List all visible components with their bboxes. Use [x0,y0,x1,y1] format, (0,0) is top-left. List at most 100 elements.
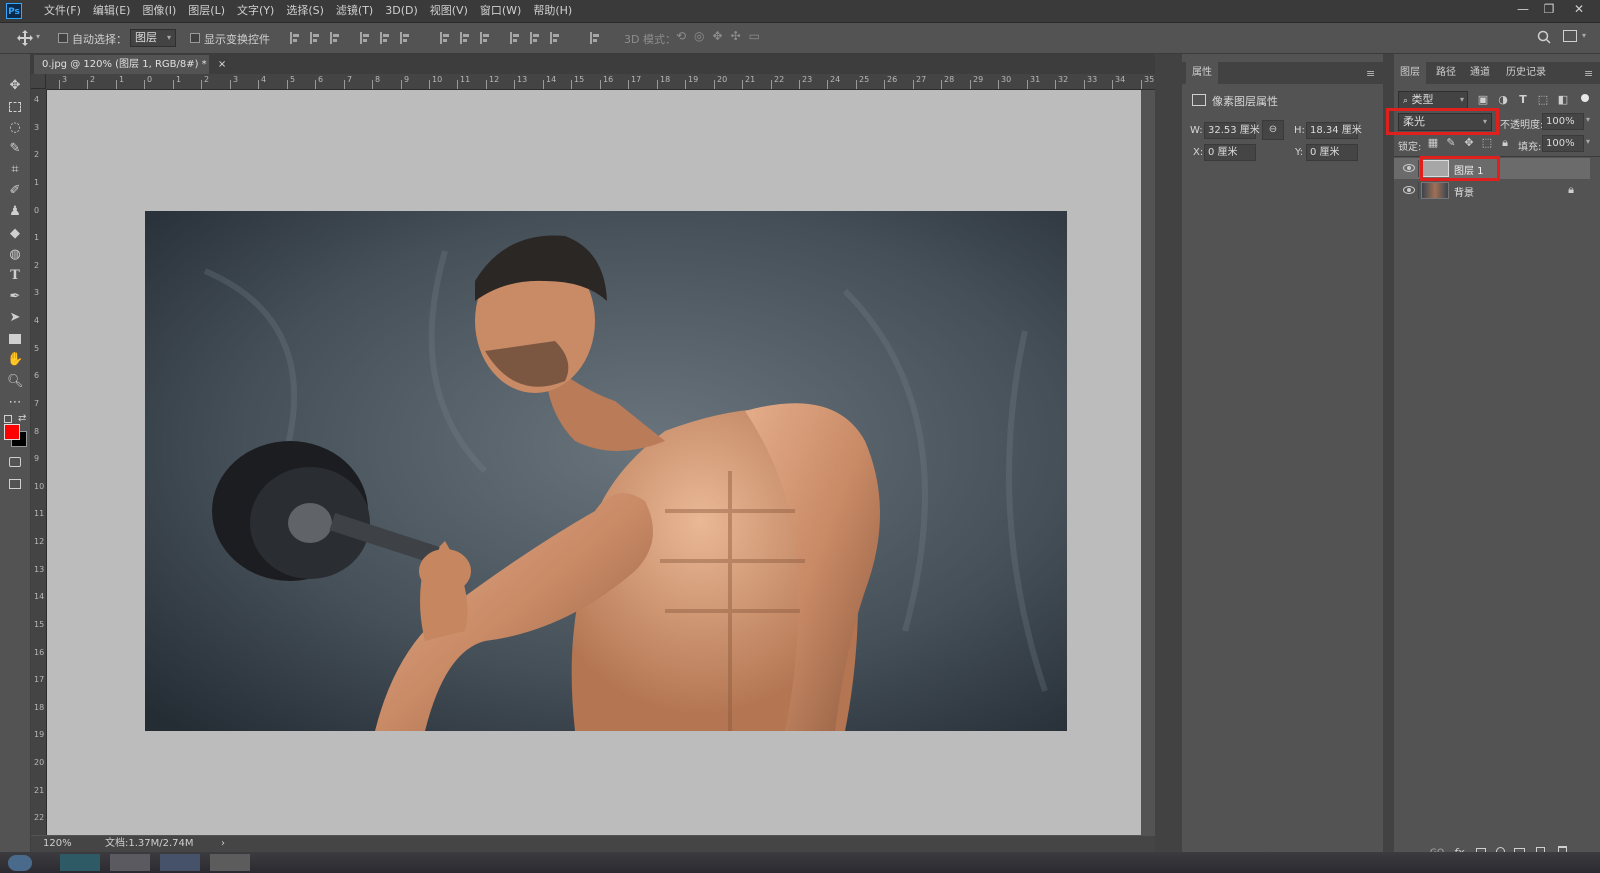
height-field[interactable]: 18.34 厘米 [1306,122,1362,139]
layer-filter-dropdown[interactable]: ⌕ 类型 ▾ [1398,91,1468,109]
filter-adjustment-icon[interactable]: ◑ [1496,93,1510,107]
show-transform-checkbox[interactable] [190,33,200,43]
distribute-vcenter-icon[interactable] [460,32,470,44]
tab-properties[interactable]: 属性 [1186,62,1218,84]
menu-filter[interactable]: 滤镜(T) [330,0,379,22]
distribute-top-icon[interactable] [440,32,450,44]
quick-mask-icon[interactable] [7,454,23,470]
width-field[interactable]: 32.53 厘米 [1204,122,1260,139]
menu-edit[interactable]: 编辑(E) [87,0,137,22]
chevron-down-icon[interactable]: ▾ [1586,137,1590,146]
taskbar-app-icon[interactable] [110,854,150,871]
filter-shape-icon[interactable]: ⬚ [1536,93,1550,107]
status-arrow-icon[interactable]: › [221,836,225,852]
tool-preset-chevron-icon[interactable]: ▾ [36,32,40,41]
distribute-right-icon[interactable] [550,32,560,44]
search-icon[interactable] [1536,29,1552,48]
burn-tool-icon[interactable]: ◍ [7,247,23,263]
auto-select-checkbox[interactable] [58,33,68,43]
workspace-chevron-icon[interactable]: ▾ [1582,31,1586,40]
tab-layers[interactable]: 图层 [1394,62,1426,84]
3d-mode-icons[interactable]: ⟲◎✥✣▭ [676,29,768,43]
tab-history[interactable]: 历史记录 [1500,62,1552,84]
visibility-eye-icon[interactable] [1403,186,1415,194]
close-button[interactable]: ✕ [1566,0,1592,20]
tab-channels[interactable]: 通道 [1464,62,1496,84]
minimize-button[interactable]: — [1510,0,1536,20]
filter-pixel-icon[interactable]: ▣ [1476,93,1490,107]
align-left-icon[interactable] [360,32,370,44]
lock-image-icon[interactable]: ✎ [1444,136,1458,150]
layer-name[interactable]: 背景 [1454,184,1474,199]
pen-tool-icon[interactable]: ✒ [7,289,23,305]
crop-tool-icon[interactable]: ⌗ [7,162,23,178]
link-icon[interactable]: ⊖ [1262,120,1284,140]
distribute-bottom-icon[interactable] [480,32,490,44]
taskbar-app-icon[interactable] [210,854,250,871]
menu-select[interactable]: 选择(S) [280,0,330,22]
menu-3d[interactable]: 3D(D) [379,0,424,22]
chevron-down-icon[interactable]: ▾ [1586,115,1590,124]
align-right-icon[interactable] [400,32,410,44]
align-hcenter-icon[interactable] [380,32,390,44]
lock-position-icon[interactable]: ✥ [1462,136,1476,150]
lock-artboard-icon[interactable]: ⬚ [1480,136,1494,150]
default-colors-icon[interactable] [4,415,12,423]
tab-paths[interactable]: 路径 [1430,62,1462,84]
path-select-tool-icon[interactable]: ➤ [7,310,23,326]
workspace-icon[interactable] [1563,30,1577,42]
eraser-tool-icon[interactable]: ◆ [7,226,23,242]
document-tab[interactable]: 0.jpg @ 120% (图层 1, RGB/8#) * × [34,55,226,74]
opacity-field[interactable]: 100% [1542,113,1584,130]
taskbar-app-icon[interactable] [60,854,100,871]
lock-transparent-icon[interactable]: ▦ [1426,136,1440,150]
lasso-tool-icon[interactable]: ◌ [7,120,23,136]
zoom-level[interactable]: 120% [43,836,72,852]
move-tool-icon[interactable]: ✥ [7,78,23,94]
restore-button[interactable]: ❐ [1536,0,1562,20]
panel-menu-icon[interactable]: ≡ [1584,67,1593,80]
layer-row-background[interactable]: 背景 🔒︎ [1394,180,1590,201]
align-bottom-icon[interactable] [330,32,340,44]
ruler-origin[interactable] [31,74,46,89]
zoom-tool-icon[interactable]: 🔍︎ [7,374,24,390]
menu-help[interactable]: 帮助(H) [527,0,578,22]
screen-mode-icon[interactable] [7,476,23,492]
rectangle-tool-icon[interactable] [7,331,23,347]
foreground-color-swatch[interactable] [4,424,20,440]
stamp-tool-icon[interactable]: ♟ [7,204,23,220]
move-tool-icon[interactable] [16,29,34,47]
panel-menu-icon[interactable]: ≡ [1366,67,1375,80]
filter-type-icon[interactable]: T [1516,93,1530,107]
menu-view[interactable]: 视图(V) [424,0,474,22]
start-button-icon[interactable] [8,855,32,871]
lock-all-icon[interactable]: 🔒︎ [1498,136,1512,150]
auto-select-dropdown[interactable]: 图层 ▾ [130,29,176,47]
menu-type[interactable]: 文字(Y) [231,0,280,22]
quick-select-tool-icon[interactable]: ✎ [7,141,23,157]
auto-align-icon[interactable] [590,32,600,44]
brush-tool-icon[interactable]: ✐ [7,183,23,199]
more-tools-icon[interactable]: ⋯ [7,395,23,411]
marquee-tool-icon[interactable] [7,99,23,115]
hand-tool-icon[interactable]: ✋ [7,352,23,368]
fill-field[interactable]: 100% [1542,135,1584,152]
type-tool-icon[interactable]: T [7,268,23,284]
x-field[interactable]: 0 厘米 [1204,144,1256,161]
visibility-eye-icon[interactable] [1403,164,1415,172]
menu-image[interactable]: 图像(I) [136,0,182,22]
document-image[interactable] [145,211,1067,731]
distribute-hcenter-icon[interactable] [530,32,540,44]
y-field[interactable]: 0 厘米 [1306,144,1358,161]
filter-smart-icon[interactable]: ◧ [1556,93,1570,107]
distribute-left-icon[interactable] [510,32,520,44]
align-vcenter-icon[interactable] [310,32,320,44]
align-top-icon[interactable] [290,32,300,44]
menu-layer[interactable]: 图层(L) [182,0,231,22]
menu-file[interactable]: 文件(F) [38,0,87,22]
menu-window[interactable]: 窗口(W) [474,0,527,22]
filter-toggle-icon[interactable] [1581,94,1589,102]
swap-colors-icon[interactable]: ⇄ [18,413,26,424]
taskbar-app-icon[interactable] [160,854,200,871]
tab-close-icon[interactable]: × [218,59,226,70]
